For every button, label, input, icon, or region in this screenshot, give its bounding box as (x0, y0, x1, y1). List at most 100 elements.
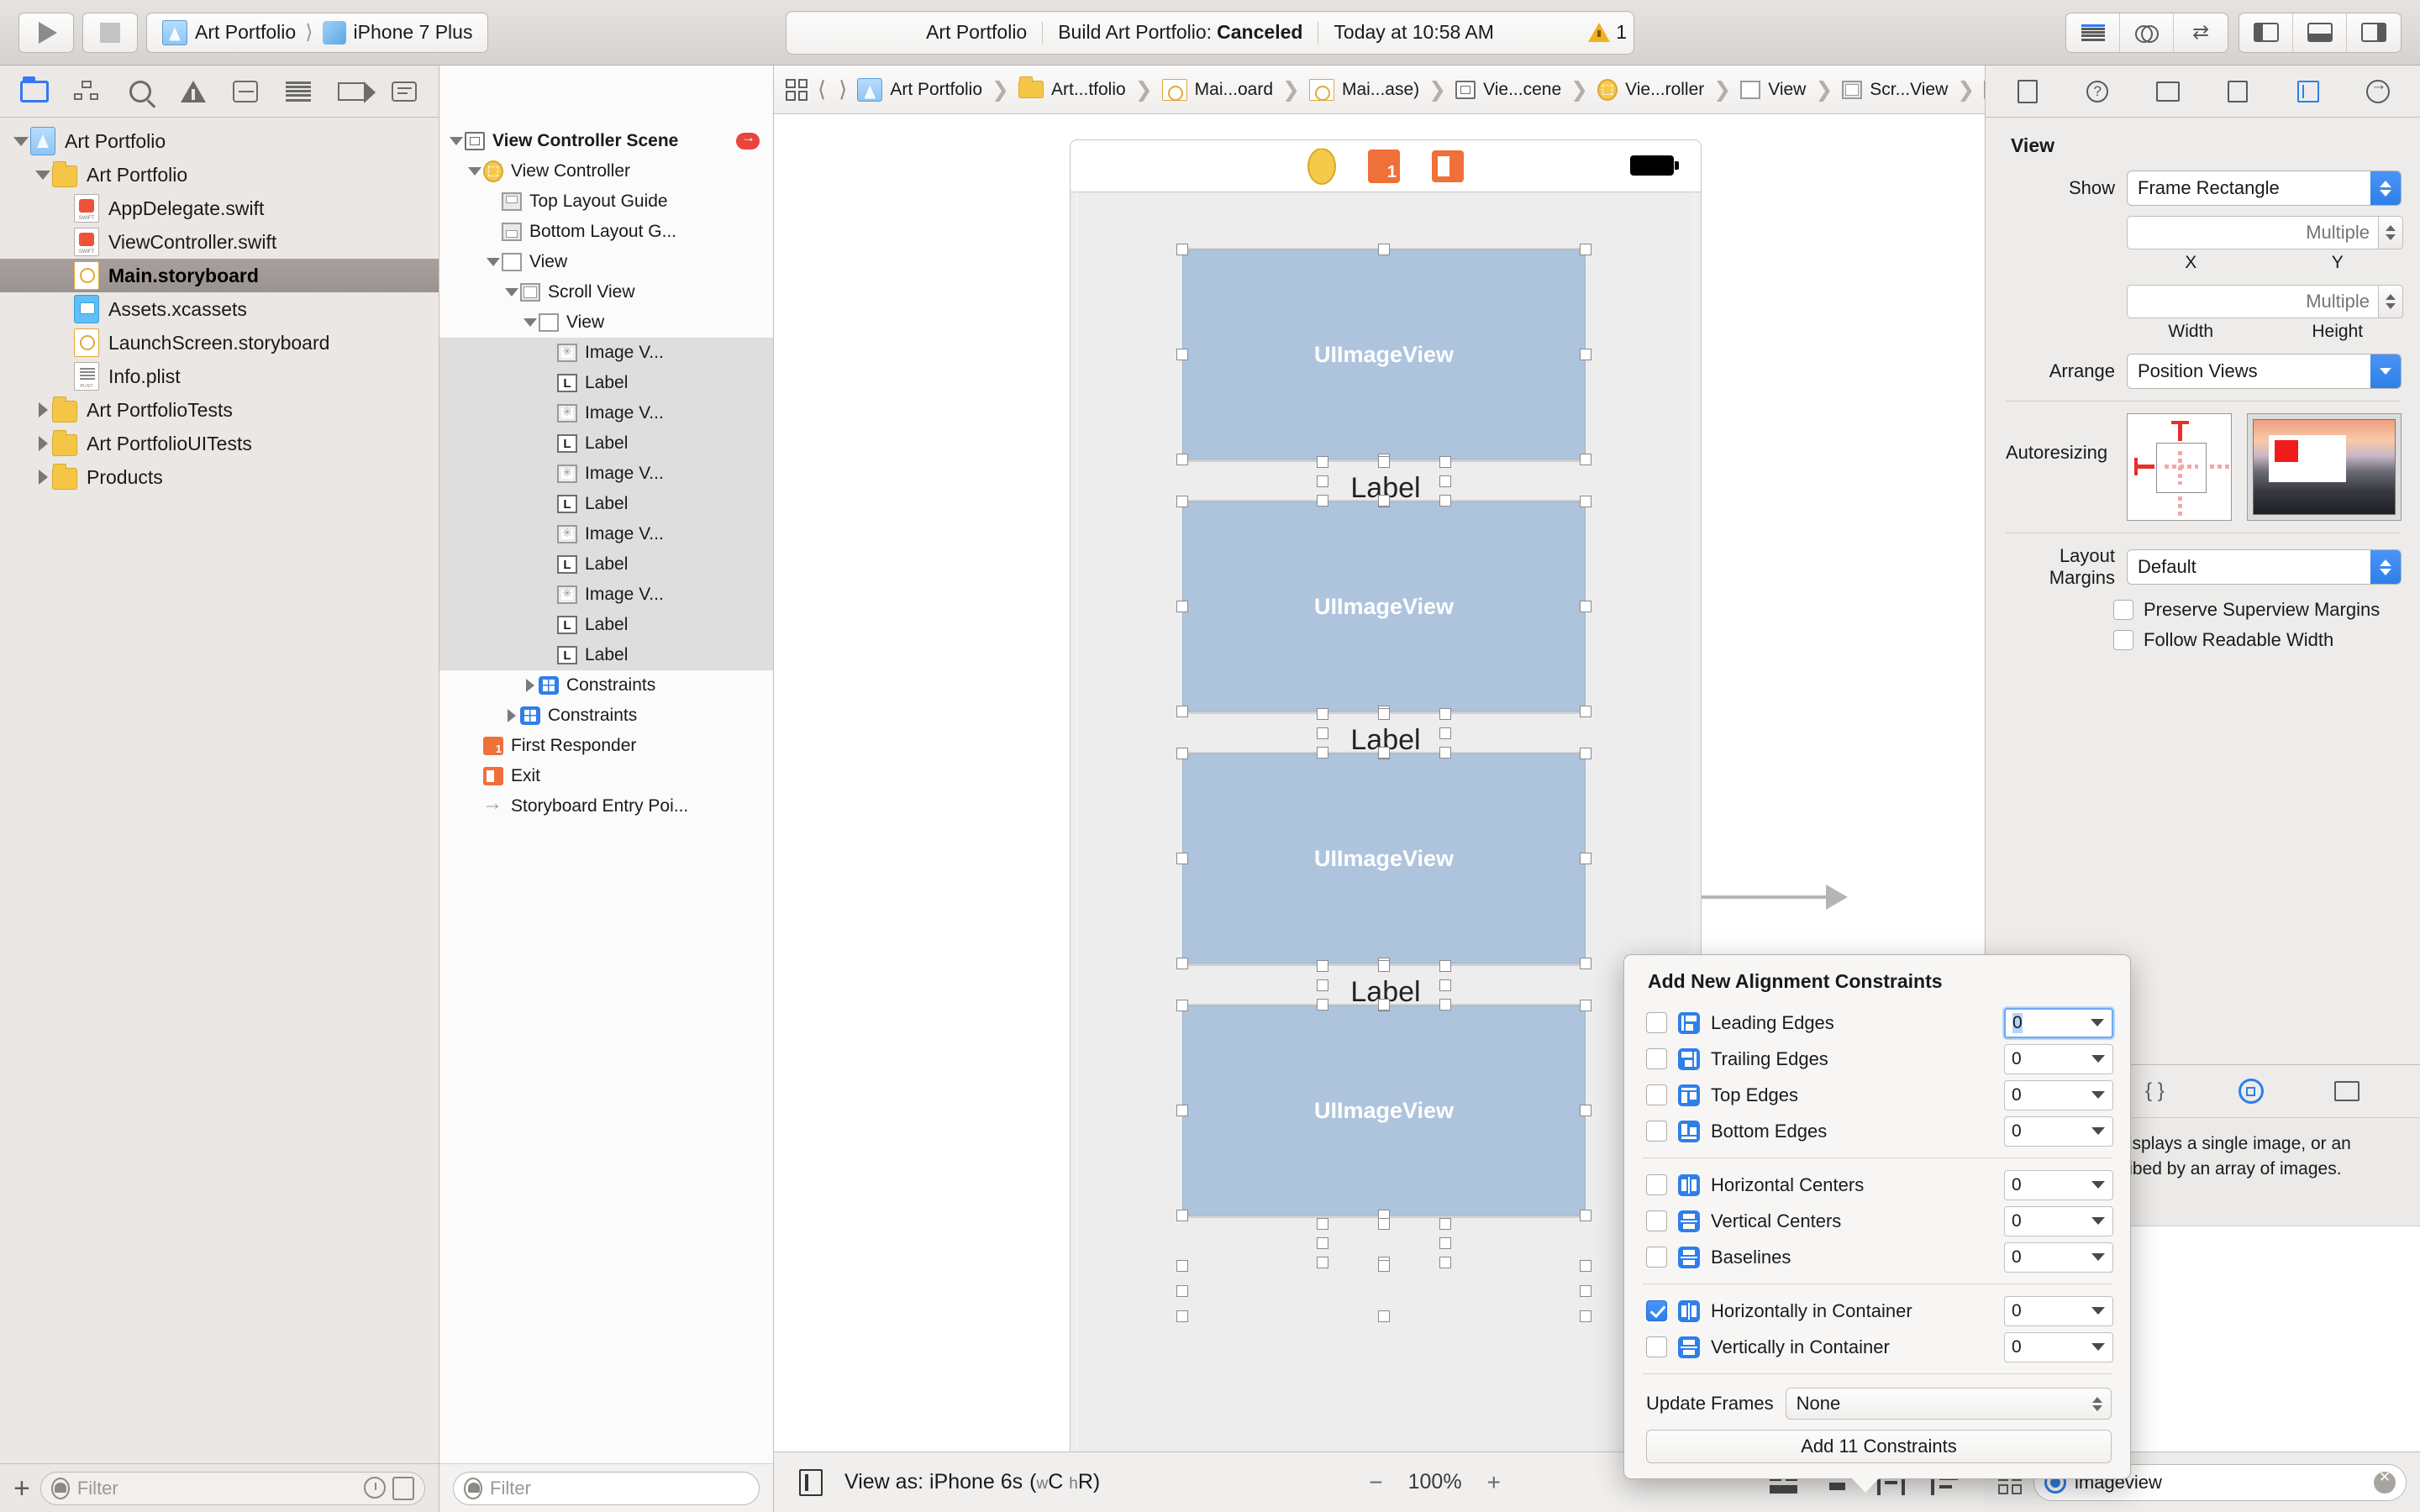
alignment-constant-combobox[interactable]: 0 (2004, 1043, 2113, 1074)
standard-editor-button[interactable] (2066, 13, 2120, 52)
view-controller-scene-canvas[interactable]: UIImageView UIImageView UIImageView UIImage… (1070, 139, 1702, 1452)
breadcrumb-item[interactable]: Vie...cene (1455, 80, 1561, 100)
outline-row[interactable]: L Label (439, 640, 773, 670)
chevron-down-icon[interactable] (2091, 1055, 2105, 1063)
selection-handle[interactable] (1317, 475, 1328, 487)
view-controller-dock-icon[interactable] (1307, 147, 1336, 185)
navigator-filter-input[interactable]: Filter (39, 1471, 425, 1505)
selection-handle[interactable] (1317, 727, 1328, 739)
selection-handle[interactable] (1439, 1237, 1451, 1249)
disclosure-triangle-icon[interactable] (12, 136, 30, 146)
outline-row[interactable]: L Label (439, 489, 773, 519)
selection-handle[interactable] (1580, 706, 1591, 717)
issue-navigator-icon[interactable] (174, 75, 213, 108)
selection-handle[interactable] (1439, 475, 1451, 487)
recent-files-filter-icon[interactable] (364, 1476, 386, 1499)
breadcrumb-item[interactable]: Mai...ase) (1308, 78, 1419, 101)
alignment-constant-combobox[interactable]: 0 (2004, 1079, 2113, 1110)
selection-handle[interactable] (1580, 1310, 1591, 1322)
zoom-in-button[interactable]: + (1487, 1469, 1501, 1496)
selection-handle[interactable] (1580, 349, 1591, 360)
quick-help-inspector-icon[interactable]: ? (2079, 75, 2116, 108)
selection-handle[interactable] (1378, 456, 1390, 468)
chevron-down-icon[interactable] (2091, 1019, 2104, 1026)
alignment-constraint-row[interactable]: Top Edges 0 (1624, 1077, 2130, 1113)
report-navigator-icon[interactable] (385, 75, 424, 108)
test-navigator-icon[interactable] (226, 75, 265, 108)
disclosure-triangle-icon[interactable] (448, 137, 465, 145)
toggle-inspector-button[interactable] (2347, 13, 2401, 52)
breadcrumb-item[interactable]: Art...tfolio (1018, 76, 1126, 100)
layout-margins-popup-button[interactable]: Default (2127, 549, 2402, 585)
view-as-label[interactable]: View as: iPhone 6s (844, 1470, 1023, 1494)
outline-row[interactable]: Scroll View (439, 277, 773, 307)
outline-row[interactable]: View Controller Scene (439, 126, 773, 156)
attributes-inspector-icon[interactable] (2219, 75, 2256, 108)
disclosure-triangle-icon[interactable] (466, 167, 483, 176)
breadcrumb-item[interactable]: View (1740, 80, 1806, 100)
chevron-down-icon[interactable] (2091, 1127, 2105, 1135)
alignment-checkbox[interactable] (1646, 1300, 1667, 1321)
preserve-superview-margins-checkbox[interactable] (2113, 600, 2133, 620)
selection-handle[interactable] (1317, 456, 1328, 468)
alignment-constant-combobox[interactable]: 0 (2004, 1205, 2113, 1236)
selection-handle[interactable] (1176, 958, 1188, 969)
breadcrumb-item[interactable]: Vie...roller (1597, 78, 1704, 101)
arrange-popup-button[interactable]: Position Views (2127, 354, 2402, 389)
alignment-constant-combobox[interactable]: 0 (2004, 1116, 2113, 1147)
outline-row[interactable]: L Label (439, 549, 773, 580)
breadcrumb-item[interactable]: Art Portfolio (857, 77, 982, 102)
size-inspector-icon[interactable] (2290, 75, 2327, 108)
update-frames-select[interactable]: None (1785, 1388, 2112, 1420)
media-library-icon[interactable] (2328, 1074, 2365, 1108)
add-constraints-button[interactable]: Add 11 Constraints (1646, 1430, 2112, 1463)
selection-handle[interactable] (1176, 1310, 1188, 1322)
symbol-navigator-icon[interactable] (68, 75, 107, 108)
add-file-button[interactable]: + (13, 1474, 30, 1503)
navigator-row[interactable]: AppDelegate.swift (0, 192, 439, 225)
outline-row[interactable]: Image V... (439, 398, 773, 428)
debug-navigator-icon[interactable] (279, 75, 318, 108)
alignment-checkbox[interactable] (1646, 1012, 1667, 1033)
selection-handle[interactable] (1580, 601, 1591, 612)
outline-row[interactable]: View Controller (439, 156, 773, 186)
disclosure-triangle-icon[interactable] (34, 436, 52, 451)
navigator-row[interactable]: Art Portfolio (0, 158, 439, 192)
outline-row[interactable]: Image V... (439, 338, 773, 368)
zoom-level-label[interactable]: 100% (1408, 1470, 1462, 1494)
selection-handle[interactable] (1439, 747, 1451, 759)
selection-handle[interactable] (1580, 1105, 1591, 1116)
outline-row[interactable]: L Label (439, 368, 773, 398)
preserve-superview-margins-row[interactable]: Preserve Superview Margins (1986, 599, 2420, 621)
outline-row[interactable]: View (439, 247, 773, 277)
alignment-constraint-row[interactable]: Horizontally in Container 0 (1624, 1293, 2130, 1329)
assistant-editor-button[interactable] (2120, 13, 2174, 52)
breadcrumb-item[interactable]: View (1984, 80, 1985, 100)
chevron-down-icon[interactable] (2091, 1091, 2105, 1099)
follow-readable-width-checkbox[interactable] (2113, 630, 2133, 650)
warning-indicator[interactable]: 1 (1588, 21, 1627, 44)
disclosure-triangle-icon[interactable] (522, 679, 539, 692)
selection-handle[interactable] (1439, 708, 1451, 720)
image-view-element[interactable]: UIImageView (1182, 1005, 1586, 1215)
selection-handle[interactable] (1317, 1218, 1328, 1230)
outline-row[interactable]: First Responder (439, 731, 773, 761)
alignment-checkbox[interactable] (1646, 1174, 1667, 1195)
show-popup-button[interactable]: Frame Rectangle (2127, 171, 2402, 206)
selection-handle[interactable] (1378, 999, 1390, 1011)
selection-handle[interactable] (1378, 708, 1390, 720)
navigator-row[interactable]: Info.plist (0, 360, 439, 393)
selection-handle[interactable] (1439, 727, 1451, 739)
selection-handle[interactable] (1317, 708, 1328, 720)
disclosure-triangle-icon[interactable] (485, 258, 502, 266)
disclosure-triangle-icon[interactable] (503, 288, 520, 297)
run-button[interactable] (18, 12, 74, 53)
selection-handle[interactable] (1176, 1105, 1188, 1116)
alignment-constraint-row[interactable]: Baselines 0 (1624, 1239, 2130, 1275)
selection-handle[interactable] (1317, 1257, 1328, 1268)
selection-handle[interactable] (1378, 747, 1390, 759)
chevron-down-icon[interactable] (2091, 1253, 2105, 1261)
outline-row[interactable]: Image V... (439, 459, 773, 489)
selection-handle[interactable] (1176, 601, 1188, 612)
x-field[interactable] (2127, 216, 2403, 249)
